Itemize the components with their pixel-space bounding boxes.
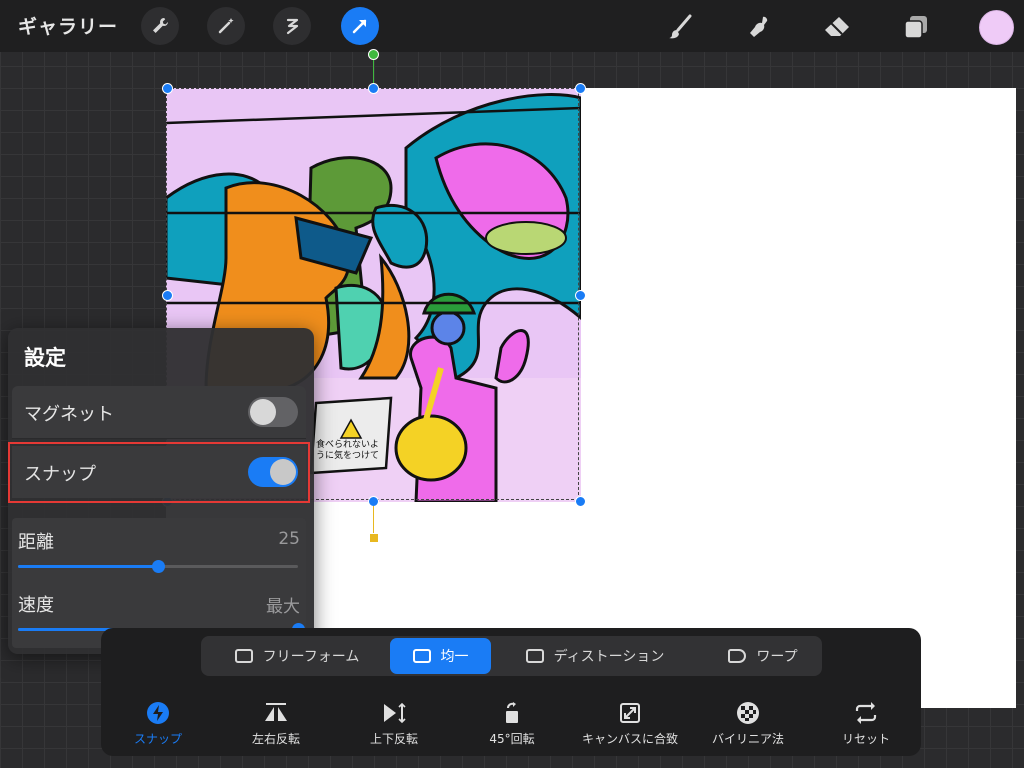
handle-middle-left[interactable]	[162, 290, 173, 301]
magnet-toggle[interactable]	[248, 397, 298, 427]
uniform-icon	[412, 649, 431, 663]
eraser-icon[interactable]	[820, 10, 854, 44]
settings-popover: 設定 マグネット スナップ 距離 25 速度 最大	[8, 328, 314, 654]
rotate-icon	[506, 702, 518, 723]
speed-label: 速度	[18, 595, 54, 616]
magic-wand-icon[interactable]	[207, 7, 245, 45]
distance-label: 距離	[18, 532, 54, 553]
transform-mode-bar: フリーフォーム 均一 ディストーション ワープ	[201, 636, 822, 676]
distort-icon	[525, 649, 544, 663]
reset-label: リセット	[841, 732, 890, 746]
bilinear-icon	[737, 702, 759, 724]
distance-slider-fill	[18, 565, 158, 568]
transform-arrow-icon[interactable]	[341, 7, 379, 45]
handle-top-right[interactable]	[575, 83, 586, 94]
reset-button[interactable]: リセット	[811, 698, 921, 747]
flip-horizontal-label: 左右反転	[251, 732, 300, 746]
sign-text: 食べられないよ うに気をつけて	[316, 440, 380, 461]
mode-freeform[interactable]: フリーフォーム	[209, 638, 385, 674]
flip-horizontal-button[interactable]: 左右反転	[221, 698, 331, 747]
flip-vertical-icon	[384, 702, 406, 724]
gallery-button[interactable]: ギャラリー	[18, 12, 118, 39]
fit-to-canvas-button[interactable]: キャンバスに合致	[575, 698, 685, 747]
anchor-guide-line	[373, 506, 374, 534]
magnet-label: マグネット	[24, 404, 114, 425]
speed-value: 最大	[266, 597, 300, 617]
mode-uniform-label: 均一	[440, 649, 469, 665]
mode-warp-label: ワープ	[756, 649, 798, 665]
handle-middle-right[interactable]	[575, 290, 586, 301]
mode-uniform[interactable]: 均一	[390, 638, 491, 674]
snap-button[interactable]: スナップ	[103, 698, 213, 747]
mode-distort-label: ディストーション	[553, 649, 665, 665]
snap-icon	[147, 702, 169, 724]
flip-vertical-button[interactable]: 上下反転	[339, 698, 449, 747]
distance-slider[interactable]	[18, 560, 298, 573]
handle-top-left[interactable]	[162, 83, 173, 94]
selection-icon[interactable]	[273, 7, 311, 45]
flip-vertical-label: 上下反転	[369, 732, 418, 746]
brush-icon[interactable]	[663, 10, 697, 44]
smudge-icon[interactable]	[743, 10, 777, 44]
settings-title: 設定	[24, 346, 66, 370]
rotation-handle[interactable]	[368, 49, 379, 60]
distance-value: 25	[278, 529, 300, 549]
rotate-45-button[interactable]: 45°回転	[457, 698, 567, 747]
bilinear-button[interactable]: バイリニア法	[693, 698, 803, 747]
mode-freeform-label: フリーフォーム	[262, 649, 360, 665]
distance-slider-thumb[interactable]	[152, 560, 165, 573]
fit-to-canvas-label: キャンバスに合致	[581, 732, 678, 746]
transform-panel: フリーフォーム 均一 ディストーション ワープ スナップ 左右反転 上下反転 4…	[101, 628, 921, 756]
snap-action-label: スナップ	[133, 732, 182, 746]
handle-bottom-right[interactable]	[575, 496, 586, 507]
magnet-row: マグネット	[12, 386, 306, 438]
freeform-icon	[234, 649, 253, 663]
divider	[12, 438, 306, 439]
rotate-45-label: 45°回転	[489, 732, 535, 746]
anchor-handle[interactable]	[369, 533, 379, 543]
flip-horizontal-icon	[265, 703, 287, 721]
wrench-icon[interactable]	[141, 7, 179, 45]
toggle-knob	[250, 399, 276, 425]
reset-icon	[855, 702, 877, 724]
mode-warp[interactable]: ワープ	[709, 638, 817, 674]
fit-canvas-icon	[620, 703, 640, 723]
color-picker-button[interactable]	[979, 10, 1014, 45]
layers-icon[interactable]	[899, 10, 933, 44]
snap-highlight-box	[8, 442, 310, 503]
bilinear-label: バイリニア法	[711, 732, 784, 746]
top-toolbar: ギャラリー	[0, 0, 1024, 52]
mode-distort[interactable]: ディストーション	[507, 638, 683, 674]
handle-top-center[interactable]	[368, 83, 379, 94]
warp-icon	[728, 649, 747, 663]
